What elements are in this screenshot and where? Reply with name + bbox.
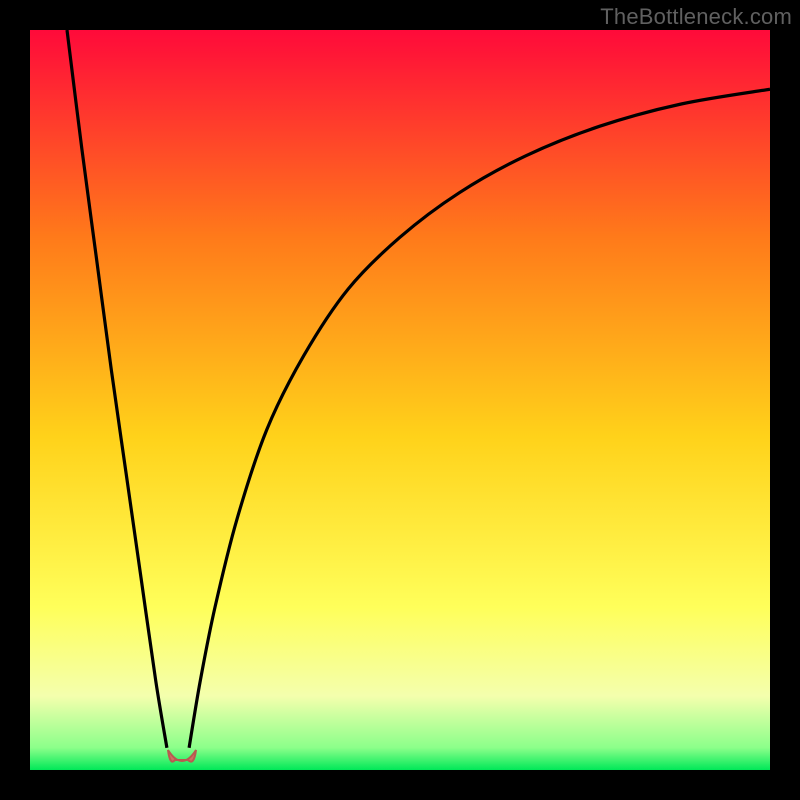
plot-area	[30, 30, 770, 770]
background-gradient	[30, 30, 770, 770]
watermark-text: TheBottleneck.com	[600, 4, 792, 30]
gradient-rect	[30, 30, 770, 770]
chart-frame: TheBottleneck.com	[0, 0, 800, 800]
